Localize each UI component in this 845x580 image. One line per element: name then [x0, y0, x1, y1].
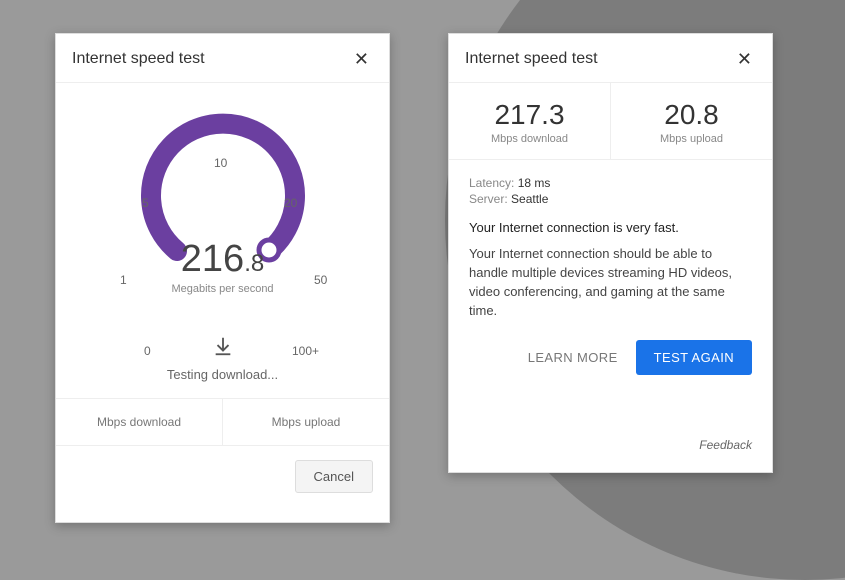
speed-integer: 216 [181, 238, 244, 281]
latency-line: Latency: 18 ms [469, 176, 752, 190]
status-text: Testing download... [56, 367, 389, 382]
action-row: LEARN MORE TEST AGAIN [449, 320, 772, 375]
button-row: Cancel [56, 446, 389, 507]
dialog-header: Internet speed test ✕ [56, 34, 389, 83]
upload-result: 20.8 Mbps upload [610, 83, 772, 159]
speed-readout: 216.8 Megabits per second [56, 238, 389, 295]
dialog-title: Internet speed test [465, 50, 598, 68]
close-icon[interactable]: ✕ [733, 48, 756, 70]
server-value: Seattle [511, 192, 548, 206]
download-label: Mbps download [455, 133, 604, 145]
result-headline: Your Internet connection is very fast. [469, 220, 752, 235]
upload-label: Mbps upload [617, 133, 766, 145]
speed-test-running-card: Internet speed test ✕ 0 1 5 10 20 50 100… [55, 33, 390, 523]
dialog-header: Internet speed test ✕ [449, 34, 772, 83]
summary-row: Mbps download Mbps upload [56, 398, 389, 446]
feedback-link[interactable]: Feedback [699, 438, 752, 452]
upload-value: 20.8 [617, 99, 766, 131]
summary-download-cell: Mbps download [56, 399, 222, 445]
server-line: Server: Seattle [469, 192, 752, 206]
summary-upload-cell: Mbps upload [222, 399, 389, 445]
summary-download-label: Mbps download [97, 415, 181, 429]
download-icon [212, 335, 234, 362]
test-again-button[interactable]: TEST AGAIN [636, 340, 752, 375]
gauge-area: 0 1 5 10 20 50 100+ 216.8 Megabits per s… [56, 83, 389, 398]
detail-block: Latency: 18 ms Server: Seattle Your Inte… [449, 160, 772, 320]
cancel-button[interactable]: Cancel [295, 460, 373, 493]
result-body: Your Internet connection should be able … [469, 245, 752, 320]
speed-decimal: .8 [244, 250, 264, 277]
learn-more-button[interactable]: LEARN MORE [524, 342, 622, 373]
gauge-tick-0: 0 [144, 344, 151, 358]
gauge-tick-5: 5 [142, 196, 149, 210]
summary-upload-label: Mbps upload [272, 415, 341, 429]
gauge-tick-10: 10 [214, 156, 227, 170]
speed-unit-label: Megabits per second [56, 283, 389, 295]
latency-key: Latency: [469, 176, 514, 190]
result-row: 217.3 Mbps download 20.8 Mbps upload [449, 83, 772, 160]
gauge-tick-20: 20 [284, 196, 297, 210]
download-result: 217.3 Mbps download [449, 83, 610, 159]
close-icon[interactable]: ✕ [350, 48, 373, 70]
download-value: 217.3 [455, 99, 604, 131]
gauge-tick-100: 100+ [292, 344, 319, 358]
server-key: Server: [469, 192, 508, 206]
latency-value: 18 ms [518, 176, 551, 190]
speed-test-result-card: Internet speed test ✕ 217.3 Mbps downloa… [448, 33, 773, 473]
dialog-title: Internet speed test [72, 50, 205, 68]
